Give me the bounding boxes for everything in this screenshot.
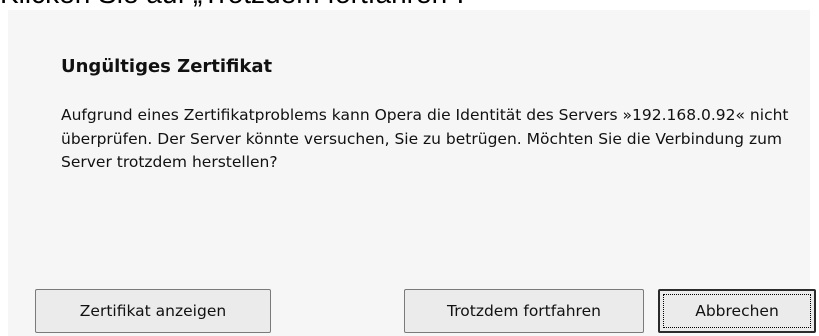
page-heading-text: Klicken Sie auf „Trotzdem fortfahren“. — [0, 0, 464, 8]
cancel-label: Abbrechen — [695, 302, 779, 320]
certificate-warning-dialog: Ungültiges Zertifikat Aufgrund eines Zer… — [8, 10, 816, 336]
page-heading-strip: Klicken Sie auf „Trotzdem fortfahren“. — [0, 0, 819, 10]
dialog-message: Aufgrund eines Zertifikatproblems kann O… — [61, 106, 789, 171]
continue-anyway-label: Trotzdem fortfahren — [447, 302, 601, 320]
continue-anyway-button[interactable]: Trotzdem fortfahren — [404, 289, 644, 333]
show-certificate-label: Zertifikat anzeigen — [79, 302, 227, 320]
dialog-title: Ungültiges Zertifikat — [61, 56, 273, 77]
cancel-button[interactable]: Abbrechen — [658, 289, 816, 333]
show-certificate-button[interactable]: Zertifikat anzeigen — [35, 289, 271, 333]
